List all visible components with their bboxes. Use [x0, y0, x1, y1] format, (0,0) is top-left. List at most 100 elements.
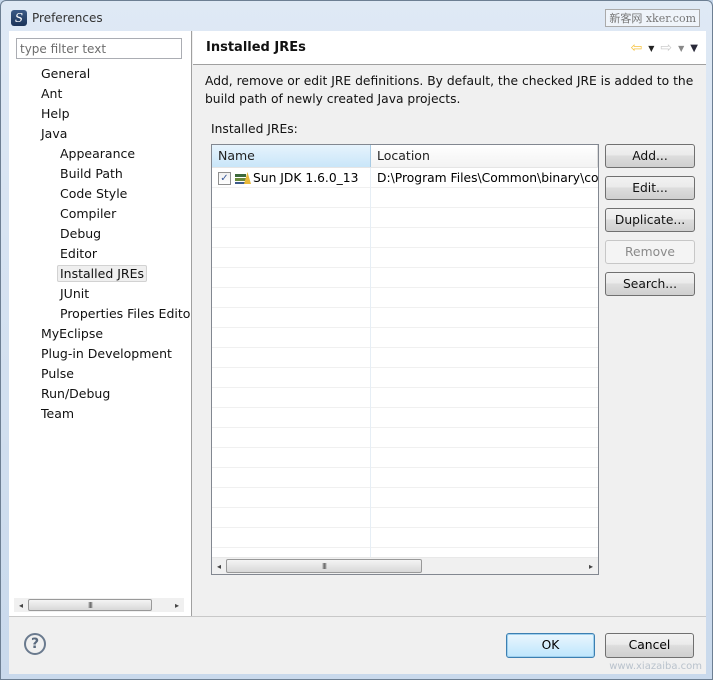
column-header-location[interactable]: Location: [371, 145, 598, 167]
tree-item-label: JUnit: [60, 286, 90, 301]
scrollbar-track[interactable]: [152, 599, 170, 611]
empty-cell: [371, 308, 598, 328]
add-button[interactable]: Add...: [605, 144, 695, 168]
tree-item-label: Plug-in Development: [41, 346, 172, 361]
empty-cell: [212, 408, 371, 428]
table-row[interactable]: ✓ Sun JDK 1.6.0_13 D:\Program Files\Common…: [212, 168, 598, 188]
empty-table-row: [212, 508, 598, 528]
empty-table-row: [212, 368, 598, 388]
watermark-bottom: www.xiazaiba.com: [609, 661, 702, 672]
tree-item-label: Code Style: [60, 186, 128, 201]
empty-cell: [371, 228, 598, 248]
tree-item-junit[interactable]: JUnit: [9, 284, 192, 304]
scroll-left-arrow-icon[interactable]: ◂: [212, 559, 226, 573]
empty-table-row: [212, 488, 598, 508]
scrollbar-thumb[interactable]: III: [226, 559, 422, 573]
empty-table-row: [212, 468, 598, 488]
empty-cell: [371, 408, 598, 428]
view-menu-icon[interactable]: ▼: [690, 43, 698, 54]
tree-item-installed-jres[interactable]: Installed JREs: [9, 264, 192, 284]
empty-cell: [212, 308, 371, 328]
scroll-right-arrow-icon[interactable]: ▸: [584, 559, 598, 573]
remove-button[interactable]: Remove: [605, 240, 695, 264]
tree-item-plug-in-development[interactable]: Plug-in Development: [9, 344, 192, 364]
empty-cell: [212, 388, 371, 408]
duplicate-button[interactable]: Duplicate...: [605, 208, 695, 232]
scroll-left-arrow-icon[interactable]: ◂: [14, 598, 28, 612]
edit-button[interactable]: Edit...: [605, 176, 695, 200]
dialog-client-area: General Ant Help Java Appearance Build Path Co…: [9, 31, 706, 674]
empty-cell: [371, 528, 598, 548]
page-header: Installed JREs ⇦ ▼ ⇨ ▼ ▼: [193, 31, 706, 65]
column-header-name[interactable]: Name: [212, 145, 371, 167]
empty-cell: [371, 488, 598, 508]
forward-history-dropdown-icon[interactable]: ▼: [678, 44, 684, 53]
tree-item-java[interactable]: Java: [9, 124, 192, 144]
jre-location: D:\Program Files\Common\binary\com.sun.j…: [377, 171, 598, 185]
forward-arrow-icon[interactable]: ⇨: [660, 41, 672, 55]
empty-table-row: [212, 268, 598, 288]
empty-table-row: [212, 528, 598, 548]
empty-cell: [212, 528, 371, 548]
tree-item-compiler[interactable]: Compiler: [9, 204, 192, 224]
default-jre-checkbox[interactable]: ✓: [218, 171, 231, 185]
empty-cell: [212, 288, 371, 308]
tree-item-properties-files-edito[interactable]: Properties Files Edito: [9, 304, 192, 324]
search-button[interactable]: Search...: [605, 272, 695, 296]
tree-item-debug[interactable]: Debug: [9, 224, 192, 244]
empty-table-row: [212, 348, 598, 368]
table-horizontal-scrollbar[interactable]: ◂ III ▸: [212, 557, 598, 574]
empty-cell: [371, 448, 598, 468]
tree-item-ant[interactable]: Ant: [9, 84, 192, 104]
scrollbar-thumb[interactable]: III: [28, 599, 152, 611]
installed-jres-label: Installed JREs:: [211, 122, 298, 136]
tree-item-label: Compiler: [60, 206, 117, 221]
tree-item-label: Ant: [41, 86, 63, 101]
empty-cell: [371, 268, 598, 288]
tree-item-label: Pulse: [41, 366, 74, 381]
tree-item-general[interactable]: General: [9, 64, 192, 84]
empty-cell: [212, 348, 371, 368]
empty-cell: [212, 228, 371, 248]
back-history-dropdown-icon[interactable]: ▼: [648, 44, 654, 53]
empty-cell: [371, 468, 598, 488]
title-bar: S Preferences 新客网 xker.com: [1, 1, 712, 35]
scrollbar-track[interactable]: [422, 560, 584, 572]
back-arrow-icon[interactable]: ⇦: [631, 41, 643, 55]
empty-cell: [212, 188, 371, 208]
page-description: Add, remove or edit JRE definitions. By …: [205, 74, 694, 106]
empty-cell: [212, 508, 371, 528]
scroll-right-arrow-icon[interactable]: ▸: [170, 598, 184, 612]
tree-horizontal-scrollbar[interactable]: ◂ III ▸: [14, 598, 184, 612]
tree-item-myeclipse[interactable]: MyEclipse: [9, 324, 192, 344]
empty-cell: [212, 468, 371, 488]
cancel-button[interactable]: Cancel: [605, 633, 694, 658]
myeclipse-app-icon: S: [11, 10, 27, 26]
preference-tree: General Ant Help Java Appearance Build Path Co…: [9, 64, 192, 424]
empty-table-row: [212, 388, 598, 408]
ok-button[interactable]: OK: [506, 633, 595, 658]
grip-icon: III: [321, 561, 327, 571]
tree-item-build-path[interactable]: Build Path: [9, 164, 192, 184]
tree-item-run-debug[interactable]: Run/Debug: [9, 384, 192, 404]
empty-table-row: [212, 308, 598, 328]
preferences-window: S Preferences 新客网 xker.com General Ant Hel…: [0, 0, 713, 680]
jre-name-cell: ✓ Sun JDK 1.6.0_13: [212, 168, 371, 188]
tree-item-team[interactable]: Team: [9, 404, 192, 424]
tree-item-label: Help: [41, 106, 70, 121]
filter-input[interactable]: [16, 38, 182, 59]
help-icon[interactable]: ?: [24, 633, 46, 655]
jre-action-buttons: Add... Edit... Duplicate... Remove Searc…: [605, 144, 695, 304]
preference-tree-panel: General Ant Help Java Appearance Build Path Co…: [9, 31, 192, 616]
tree-item-label: Run/Debug: [41, 386, 111, 401]
empty-cell: [371, 188, 598, 208]
tree-item-appearance[interactable]: Appearance: [9, 144, 192, 164]
tree-item-help[interactable]: Help: [9, 104, 192, 124]
tree-item-code-style[interactable]: Code Style: [9, 184, 192, 204]
empty-cell: [212, 448, 371, 468]
tree-item-pulse[interactable]: Pulse: [9, 364, 192, 384]
window-title: Preferences: [32, 11, 103, 25]
empty-cell: [371, 208, 598, 228]
tree-item-editor[interactable]: Editor: [9, 244, 192, 264]
tree-item-label: General: [41, 66, 91, 81]
